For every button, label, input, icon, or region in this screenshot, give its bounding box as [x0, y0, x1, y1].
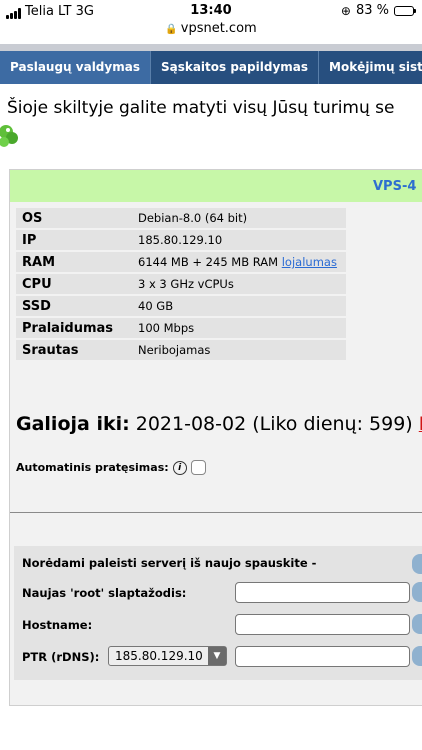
ptr-input[interactable] — [235, 646, 410, 667]
hostname-input[interactable] — [235, 614, 410, 635]
hostname-button[interactable] — [412, 614, 422, 634]
chevron-down-icon: ▼ — [208, 647, 226, 665]
ptr-ip-select[interactable]: 185.80.129.10 ▼ — [108, 646, 227, 666]
reinstall-heading: Norėdami paleisti serverį iš naujo spaus… — [22, 556, 317, 570]
vps-panel-header: VPS-4 — [10, 170, 422, 202]
auto-renew: Automatinis pratęsimas: i — [16, 460, 206, 475]
url-text: vpsnet.com — [180, 21, 257, 36]
vps-title: VPS-4 — [373, 179, 417, 194]
reinstall-button[interactable] — [412, 554, 422, 574]
root-password-label: Naujas 'root' slaptažodis: — [22, 586, 187, 600]
auto-renew-checkbox[interactable] — [190, 460, 206, 475]
hostname-label: Hostname: — [22, 618, 93, 632]
vps-panel: VPS-4 OS Debian-8.0 (64 bit) IP 185.80.129… — [9, 169, 422, 706]
loyalty-link[interactable]: lojalumas — [282, 255, 337, 269]
mascot-icon — [0, 125, 18, 147]
info-icon[interactable]: i — [172, 460, 187, 475]
address-bar[interactable]: 🔒 vpsnet.com — [0, 21, 422, 41]
battery-icon — [394, 5, 416, 16]
tab-account-topup[interactable]: Sąskaitos papildymas — [150, 51, 320, 84]
status-bar: Telia LT 3G 13:40 ⊕ 83 % — [0, 0, 422, 22]
reinstall-section: Norėdami paleisti serverį iš naujo spaus… — [14, 546, 422, 680]
intro-text: Šioje skiltyje galite matyti visų Jūsų t… — [7, 98, 395, 118]
table-row: SSD 40 GB — [16, 296, 346, 316]
table-row: OS Debian-8.0 (64 bit) — [16, 208, 346, 228]
tab-service-management[interactable]: Paslaugų valdymas — [0, 51, 151, 84]
table-row: RAM 6144 MB + 245 MB RAM lojalumas — [16, 252, 346, 272]
table-row: IP 185.80.129.10 — [16, 230, 346, 250]
root-password-button[interactable] — [412, 582, 422, 602]
table-row: Pralaidumas 100 Mbps — [16, 318, 346, 338]
auto-renew-label: Automatinis pratęsimas: — [16, 461, 169, 474]
orientation-lock-icon: ⊕ — [340, 3, 351, 18]
valid-until: Galioja iki: 2021-08-02 (Liko dienų: 599… — [16, 413, 422, 435]
root-password-input[interactable] — [235, 582, 410, 603]
spec-table: OS Debian-8.0 (64 bit) IP 185.80.129.10 RA… — [16, 206, 346, 362]
divider — [10, 512, 422, 513]
tab-payment-system[interactable]: Mokėjimų siste — [319, 51, 422, 84]
top-nav: Paslaugų valdymas Sąskaitos papildymas M… — [0, 44, 422, 84]
table-row: CPU 3 x 3 GHz vCPUs — [16, 274, 346, 294]
ptr-label: PTR (rDNS): — [22, 650, 100, 664]
battery-percent: 83 % — [355, 3, 389, 18]
table-row: Srautas Neribojamas — [16, 340, 346, 360]
ptr-button[interactable] — [412, 646, 422, 666]
lock-icon: 🔒 — [165, 24, 178, 35]
